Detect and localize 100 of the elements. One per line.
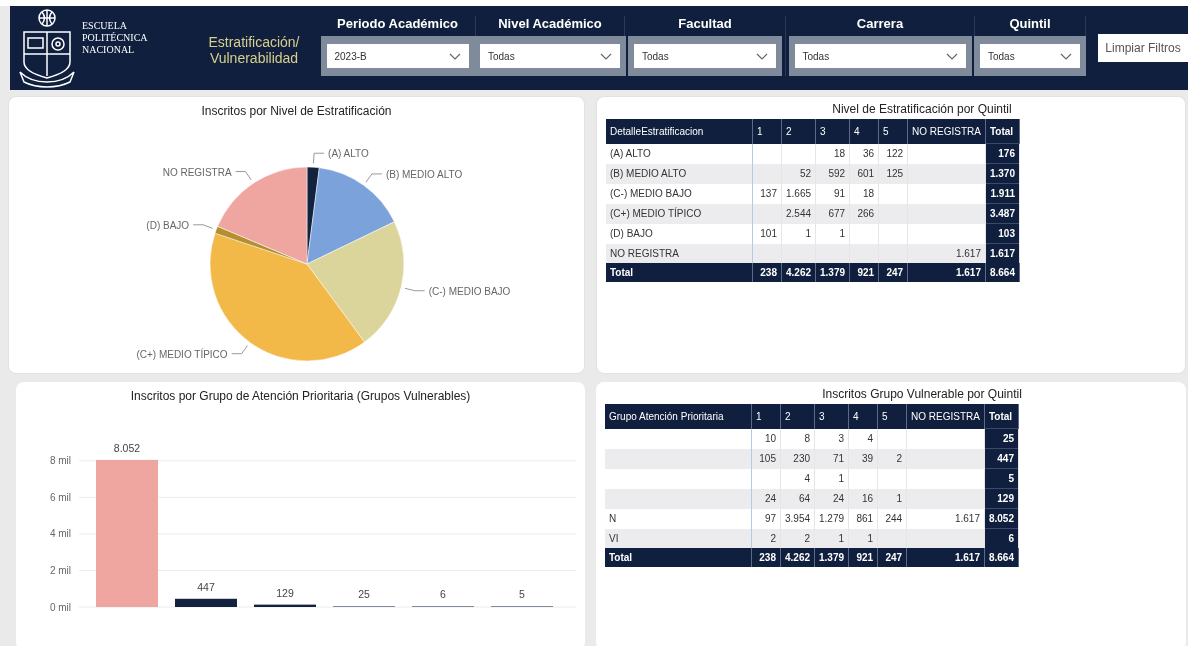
row-total: 3.487 (989, 208, 1015, 219)
row-total: 1.617 (989, 248, 1015, 259)
table-cell: 2 (770, 532, 776, 544)
table-cell: 39 (861, 453, 874, 464)
column-header: 3 (815, 119, 850, 144)
column-total: 247 (886, 267, 904, 278)
table-cell: 1 (838, 532, 845, 544)
row-total: 129 (997, 493, 1014, 504)
total-label: Total (610, 267, 634, 278)
table-cell: 4 (867, 433, 874, 444)
y-axis-label: 8 mil (49, 455, 71, 467)
y-axis-label: 2 mil (49, 564, 71, 576)
table-cell: 1 (867, 532, 874, 544)
y-axis-label: 0 mil (49, 601, 71, 613)
filter-label: Quintil (1009, 16, 1051, 33)
column-header: 2 (780, 404, 815, 429)
table-cell: 677 (828, 208, 846, 219)
table-cell: 3 (838, 433, 845, 444)
table-cell: 16 (861, 493, 874, 504)
column-total: 921 (857, 267, 875, 278)
row-total: 1.911 (990, 188, 1015, 199)
table-cell: 266 (857, 208, 875, 219)
report-title: Estratificación/ (208, 34, 300, 50)
row-total: 5 (1008, 473, 1014, 484)
column-header: 4 (849, 119, 879, 144)
column-header: 1 (752, 119, 782, 144)
row-total: 8.052 (988, 513, 1014, 524)
table-cell: 24 (764, 493, 776, 504)
bar-value-label: 5 (518, 588, 525, 600)
chevron-down-icon (756, 52, 768, 60)
bar-value-label: 25 (357, 588, 370, 600)
slice-label: (B) MEDIO ALTO (385, 168, 463, 180)
column-total: 1.617 (955, 267, 981, 278)
row-label: NO REGISTRA (610, 247, 679, 259)
table-cell: 125 (886, 168, 904, 179)
row-label: (A) ALTO (610, 148, 651, 159)
table-cell: 3.954 (785, 513, 811, 524)
school-name: POLITÉCNICA (82, 32, 148, 44)
table-cell: 1.279 (819, 513, 845, 524)
row-total: 103 (998, 228, 1015, 239)
column-header: Grupo Atención Prioritaria (605, 404, 752, 429)
table-cell: 1 (838, 473, 845, 484)
slice-label: (C+) MEDIO TÍPICO (136, 348, 228, 360)
table-cell: 18 (833, 148, 846, 159)
leader-line (365, 173, 383, 183)
bar-value-label: 447 (196, 580, 215, 593)
row-label: N (609, 513, 617, 524)
table-title: Nivel de Estratificación por Quintil (831, 102, 1013, 118)
table-cell: 861 (856, 513, 874, 524)
table-cell: 592 (828, 168, 846, 179)
column-header: NO REGISTRA (906, 404, 985, 429)
column-total: 8.664 (989, 267, 1015, 278)
row-total: 176 (998, 148, 1015, 159)
table-cell: 4 (804, 473, 811, 484)
filter-dropdown[interactable]: Todas (480, 44, 620, 68)
chevron-down-icon (600, 52, 612, 60)
row-total: 447 (997, 453, 1014, 464)
column-header: 1 (751, 404, 781, 429)
column-total: 4.262 (786, 267, 812, 278)
slice-label: NO REGISTRA (162, 166, 232, 178)
leader-line (231, 345, 248, 355)
slice-label: (A) ALTO (328, 148, 369, 160)
table-cell: 2 (896, 453, 903, 464)
table-cell: 137 (760, 188, 777, 199)
table-cell: 244 (885, 513, 903, 524)
chevron-down-icon (945, 52, 958, 60)
table-cell: 52 (799, 168, 812, 179)
table-cell: 230 (793, 453, 811, 464)
table-cell: 91 (833, 188, 846, 199)
table-cell: 2.544 (786, 208, 812, 219)
filter-dropdown[interactable]: Todas (980, 44, 1080, 68)
column-header: NO REGISTRA (907, 119, 986, 144)
table-cell: 601 (857, 168, 875, 179)
table-title: Inscritos Grupo Vulnerable por Quintil (821, 387, 1023, 403)
row-total: 6 (1008, 533, 1014, 544)
column-total: 4.262 (785, 552, 811, 563)
bar-value-label: 129 (275, 586, 294, 599)
shield-logo-icon (16, 8, 78, 88)
table-cell: 8 (804, 433, 811, 444)
table-cell: 101 (760, 228, 777, 239)
column-total: 1.379 (820, 267, 846, 278)
column-total: 921 (856, 552, 874, 563)
table-cell: 24 (832, 493, 845, 504)
column-header: 4 (848, 404, 878, 429)
chevron-down-icon (1060, 52, 1072, 60)
table-cell: 1.665 (786, 188, 812, 199)
filter-dropdown[interactable]: Todas (794, 44, 966, 68)
table-cell: 1.617 (955, 247, 981, 259)
filter-dropdown[interactable]: 2023-B (326, 44, 469, 68)
report-title: Vulnerabilidad (209, 50, 299, 66)
chart-title: Inscritos por Grupo de Atención Prioritaria (Grupos Vulnerables) (130, 389, 471, 405)
column-total: 1.379 (819, 552, 845, 563)
clear-filters-button[interactable]: Limpiar Filtros (1098, 34, 1188, 62)
school-name: ESCUELA (82, 20, 128, 32)
table-cell: 71 (832, 453, 845, 464)
column-header: Total (984, 404, 1019, 429)
leader-line (235, 171, 252, 181)
row-label: VI (609, 532, 619, 544)
leader-line (404, 287, 426, 292)
filter-dropdown[interactable]: Todas (634, 44, 776, 68)
